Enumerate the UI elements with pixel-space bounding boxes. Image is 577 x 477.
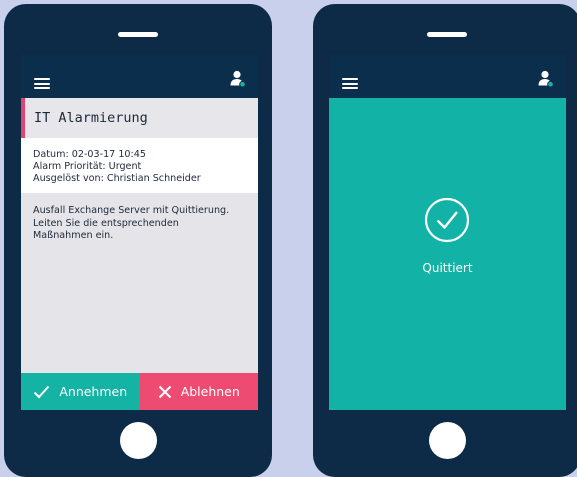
confirm-label: Quittiert bbox=[422, 261, 473, 275]
speaker bbox=[427, 32, 467, 37]
message-line: Leiten Sie die entsprechenden bbox=[33, 217, 179, 229]
alert-screen: IT Alarmierung Datum: 02-03-17 10:45 Ala… bbox=[21, 54, 258, 410]
app-bar bbox=[21, 54, 258, 98]
alert-priority: Alarm Priorität: Urgent bbox=[33, 160, 142, 172]
alert-title: IT Alarmierung bbox=[21, 98, 258, 138]
confirm-screen: Quittiert bbox=[329, 54, 566, 410]
accept-label: Annehmen bbox=[59, 384, 128, 399]
check-circle-icon bbox=[424, 197, 470, 243]
alert-date: Datum: 02-03-17 10:45 bbox=[33, 149, 146, 160]
phone-right: Quittiert bbox=[313, 4, 577, 477]
alert-triggered-by: Ausgelöst von: Christian Schneider bbox=[33, 172, 201, 184]
menu-icon[interactable] bbox=[342, 78, 358, 90]
close-icon bbox=[158, 385, 171, 398]
decline-label: Ablehnen bbox=[180, 384, 240, 399]
home-button[interactable] bbox=[429, 422, 466, 459]
speaker bbox=[118, 32, 158, 37]
user-icon[interactable] bbox=[538, 70, 554, 88]
alert-message: Ausfall Exchange Server mit Quittierung.… bbox=[21, 193, 258, 242]
menu-icon[interactable] bbox=[34, 78, 50, 90]
check-icon bbox=[34, 385, 50, 398]
decline-button[interactable]: Ablehnen bbox=[139, 373, 258, 410]
confirm-panel: Quittiert bbox=[329, 98, 566, 410]
phone-left: IT Alarmierung Datum: 02-03-17 10:45 Ala… bbox=[4, 4, 272, 477]
app-bar bbox=[329, 54, 566, 98]
action-buttons: Annehmen Ablehnen bbox=[21, 373, 258, 410]
user-icon[interactable] bbox=[230, 70, 246, 88]
message-line: Ausfall Exchange Server mit Quittierung. bbox=[33, 205, 230, 217]
message-line: Maßnahmen ein. bbox=[33, 230, 114, 242]
accept-button[interactable]: Annehmen bbox=[21, 373, 140, 410]
home-button[interactable] bbox=[120, 422, 157, 459]
alert-meta: Datum: 02-03-17 10:45 Alarm Priorität: U… bbox=[21, 138, 258, 194]
